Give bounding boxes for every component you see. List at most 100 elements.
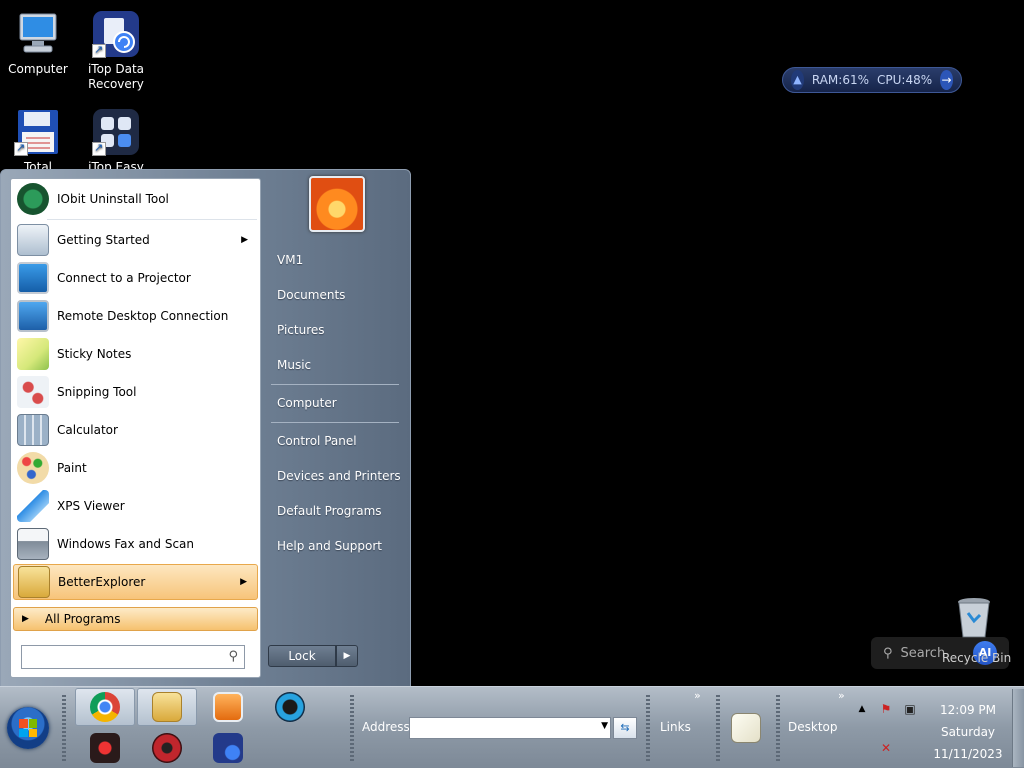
shortcut-arrow-icon xyxy=(92,42,106,58)
program-connect-to-projector[interactable]: Connect to a Projector xyxy=(13,260,258,296)
menu-separator xyxy=(47,219,257,220)
right-item-control-panel[interactable]: Control Panel xyxy=(269,427,405,455)
desktop-icon-label: iTop Data Recovery xyxy=(87,62,145,91)
program-iobit-uninstall-tool[interactable]: IObit Uninstall Tool xyxy=(13,181,258,217)
program-label: Sticky Notes xyxy=(57,347,132,361)
program-windows-fax-and-scan[interactable]: Windows Fax and Scan xyxy=(13,526,258,562)
gear-shield-icon xyxy=(152,733,182,763)
itop-easy-icon xyxy=(92,108,140,156)
recycle-bin-label: Recycle Bin xyxy=(942,651,1012,665)
right-item-computer[interactable]: Computer xyxy=(269,389,405,417)
taskbar-grip[interactable] xyxy=(350,695,354,761)
program-remote-desktop[interactable]: Remote Desktop Connection xyxy=(13,298,258,334)
system-monitor-gadget[interactable]: ▲ RAM:61% CPU:48% → xyxy=(782,67,962,93)
lock-button[interactable]: Lock xyxy=(268,645,336,667)
video-recorder-icon xyxy=(90,733,120,763)
right-item-vm1[interactable]: VM1 xyxy=(269,246,405,274)
chevron-double-right-icon[interactable]: » xyxy=(838,689,845,702)
program-calculator[interactable]: Calculator xyxy=(13,412,258,448)
clock-date: 11/11/2023 xyxy=(933,747,1003,761)
links-toolbar-label[interactable]: Links xyxy=(660,720,691,734)
paint-palette-icon xyxy=(17,452,49,484)
quicklaunch-signature-app[interactable] xyxy=(716,709,776,747)
shutdown-options-arrow-icon[interactable]: ▶ xyxy=(336,645,358,667)
desktop-toolbar-label[interactable]: Desktop xyxy=(788,720,838,734)
remote-desktop-icon xyxy=(17,300,49,332)
taskbar-iobit-tool[interactable] xyxy=(137,729,197,767)
program-xps-viewer[interactable]: XPS Viewer xyxy=(13,488,258,524)
right-item-help-and-support[interactable]: Help and Support xyxy=(269,532,405,560)
desktop-icon-itop-easy[interactable]: iTop Easy xyxy=(76,108,156,175)
all-programs-button[interactable]: ▶ All Programs xyxy=(13,607,258,631)
right-item-pictures[interactable]: Pictures xyxy=(269,316,405,344)
taskbar-media-player[interactable] xyxy=(198,688,258,726)
network-icon[interactable]: ▣ xyxy=(902,701,918,717)
menu-separator xyxy=(271,384,399,385)
search-icon: ⚲ xyxy=(883,645,893,661)
right-item-documents[interactable]: Documents xyxy=(269,281,405,309)
program-sticky-notes[interactable]: Sticky Notes xyxy=(13,336,258,372)
search-icon[interactable]: ⚲ xyxy=(228,649,238,664)
submenu-arrow-icon: ▶ xyxy=(241,235,248,245)
taskbar-ccleaner[interactable] xyxy=(260,688,320,726)
pen-paper-icon xyxy=(731,713,761,743)
clock-time: 12:09 PM xyxy=(940,703,996,717)
show-desktop-button[interactable] xyxy=(1012,689,1024,767)
start-menu: IObit Uninstall Tool Getting Started ▶ C… xyxy=(0,169,411,687)
ram-usage: RAM:61% xyxy=(811,73,869,87)
windows-logo-icon xyxy=(19,719,37,737)
taskbar-explorer[interactable] xyxy=(137,688,197,726)
desktop-icon-total[interactable]: Total xyxy=(0,108,78,175)
rocket-icon: ▲ xyxy=(791,70,804,90)
program-label: BetterExplorer xyxy=(58,575,146,589)
desktop-search-placeholder: Search xyxy=(900,645,946,661)
triangle-right-icon: ▶ xyxy=(22,614,29,624)
taskbar-grip[interactable] xyxy=(62,695,66,761)
start-menu-programs-pane: IObit Uninstall Tool Getting Started ▶ C… xyxy=(10,178,261,678)
scissors-icon xyxy=(17,376,49,408)
taskbar-grip[interactable] xyxy=(776,695,780,761)
start-search-input[interactable] xyxy=(22,646,212,668)
show-hidden-icons-arrow-icon[interactable]: ▲ xyxy=(854,701,870,717)
chevron-double-right-icon[interactable]: » xyxy=(694,689,701,702)
xps-viewer-icon xyxy=(17,490,49,522)
arrow-right-icon[interactable]: → xyxy=(940,70,953,90)
folder-icon xyxy=(152,692,182,722)
taskbar-chrome[interactable] xyxy=(75,688,135,726)
all-programs-label: All Programs xyxy=(44,612,121,626)
start-button[interactable] xyxy=(7,707,49,749)
submenu-arrow-icon: ▶ xyxy=(240,577,247,587)
ccleaner-icon xyxy=(275,692,305,722)
program-label: Remote Desktop Connection xyxy=(57,309,229,323)
program-paint[interactable]: Paint xyxy=(13,450,258,486)
recycle-bin-icon[interactable] xyxy=(952,597,996,639)
shortcut-arrow-icon xyxy=(92,140,106,156)
program-label: Windows Fax and Scan xyxy=(57,537,195,551)
iobit-uninstall-icon xyxy=(17,183,49,215)
dropdown-arrow-icon[interactable]: ▼ xyxy=(601,721,608,731)
right-item-default-programs[interactable]: Default Programs xyxy=(269,497,405,525)
desktop-icon-itop-data-recovery[interactable]: iTop Data Recovery xyxy=(76,10,156,92)
taskbar-grip[interactable] xyxy=(646,695,650,761)
go-button[interactable]: ⇆ xyxy=(613,717,637,739)
sticky-notes-icon xyxy=(17,338,49,370)
right-item-devices-and-printers[interactable]: Devices and Printers xyxy=(269,462,405,490)
program-label: Connect to a Projector xyxy=(57,271,191,285)
computer-icon xyxy=(14,10,62,58)
right-item-music[interactable]: Music xyxy=(269,351,405,379)
desktop-icon-computer[interactable]: Computer xyxy=(0,10,78,77)
taskbar-itop-data-recovery[interactable] xyxy=(198,729,258,767)
taskbar-screen-recorder[interactable] xyxy=(75,729,135,767)
address-input[interactable]: ▼ xyxy=(409,717,611,739)
action-center-flag-icon[interactable]: ⚑ xyxy=(878,701,894,717)
program-betterexplorer[interactable]: BetterExplorer ▶ xyxy=(13,564,258,600)
projector-icon xyxy=(17,262,49,294)
folder-icon xyxy=(18,566,50,598)
volume-muted-icon[interactable]: ✕ xyxy=(878,740,894,756)
clock-day: Saturday xyxy=(940,725,996,739)
program-label: Getting Started xyxy=(57,233,150,247)
system-clock[interactable]: 12:09 PM Saturday 11/11/2023 xyxy=(930,699,1006,765)
program-getting-started[interactable]: Getting Started ▶ xyxy=(13,222,258,258)
program-snipping-tool[interactable]: Snipping Tool xyxy=(13,374,258,410)
user-avatar[interactable] xyxy=(309,176,365,232)
